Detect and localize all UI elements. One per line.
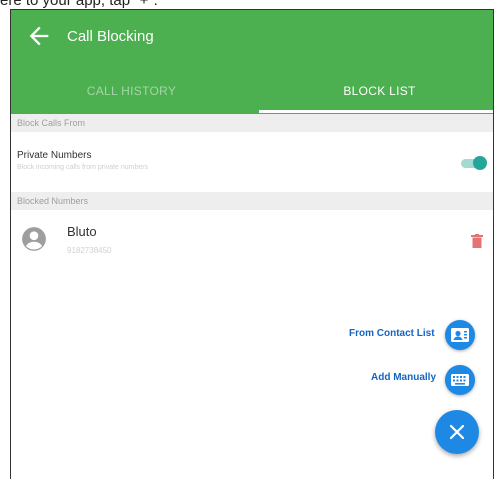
account-circle-icon bbox=[22, 227, 46, 251]
page-caption: ere to your app, tap "+". bbox=[0, 0, 498, 8]
contact-list-icon bbox=[451, 328, 469, 342]
app-bar: Call Blocking CALL HISTORY BLOCK LIST bbox=[11, 10, 493, 114]
from-contact-list-label[interactable]: From Contact List bbox=[349, 328, 435, 339]
toggle-thumb bbox=[473, 156, 487, 170]
keyboard-icon bbox=[451, 374, 469, 386]
from-contact-list-button[interactable] bbox=[445, 320, 475, 350]
arrow-left-icon[interactable] bbox=[25, 22, 53, 50]
private-numbers-row[interactable]: Private Numbers Block incoming calls fro… bbox=[11, 134, 493, 192]
trash-icon[interactable] bbox=[471, 234, 483, 248]
tab-label: BLOCK LIST bbox=[343, 84, 416, 98]
tab-call-history[interactable]: CALL HISTORY bbox=[11, 68, 252, 114]
contact-name: Bluto bbox=[67, 224, 97, 239]
contact-number: 9182738450 bbox=[67, 246, 112, 255]
add-manually-label[interactable]: Add Manually bbox=[371, 372, 436, 383]
add-manually-button[interactable] bbox=[445, 365, 475, 395]
close-icon bbox=[449, 424, 465, 440]
tab-indicator bbox=[259, 110, 493, 113]
private-numbers-title: Private Numbers bbox=[17, 150, 92, 161]
blocked-number-row[interactable]: Bluto 9182738450 bbox=[11, 212, 493, 274]
private-numbers-subtitle: Block incoming calls from private number… bbox=[17, 164, 149, 171]
private-numbers-toggle[interactable] bbox=[459, 154, 487, 172]
close-fab-button[interactable] bbox=[435, 410, 479, 454]
section-header-block-calls-from: Block Calls From bbox=[11, 114, 493, 132]
tab-block-list[interactable]: BLOCK LIST bbox=[259, 68, 493, 114]
section-header-blocked-numbers: Blocked Numbers bbox=[11, 192, 493, 210]
app-title: Call Blocking bbox=[67, 28, 154, 45]
app-screen: Call Blocking CALL HISTORY BLOCK LIST Bl… bbox=[10, 9, 494, 479]
tab-label: CALL HISTORY bbox=[86, 84, 177, 98]
